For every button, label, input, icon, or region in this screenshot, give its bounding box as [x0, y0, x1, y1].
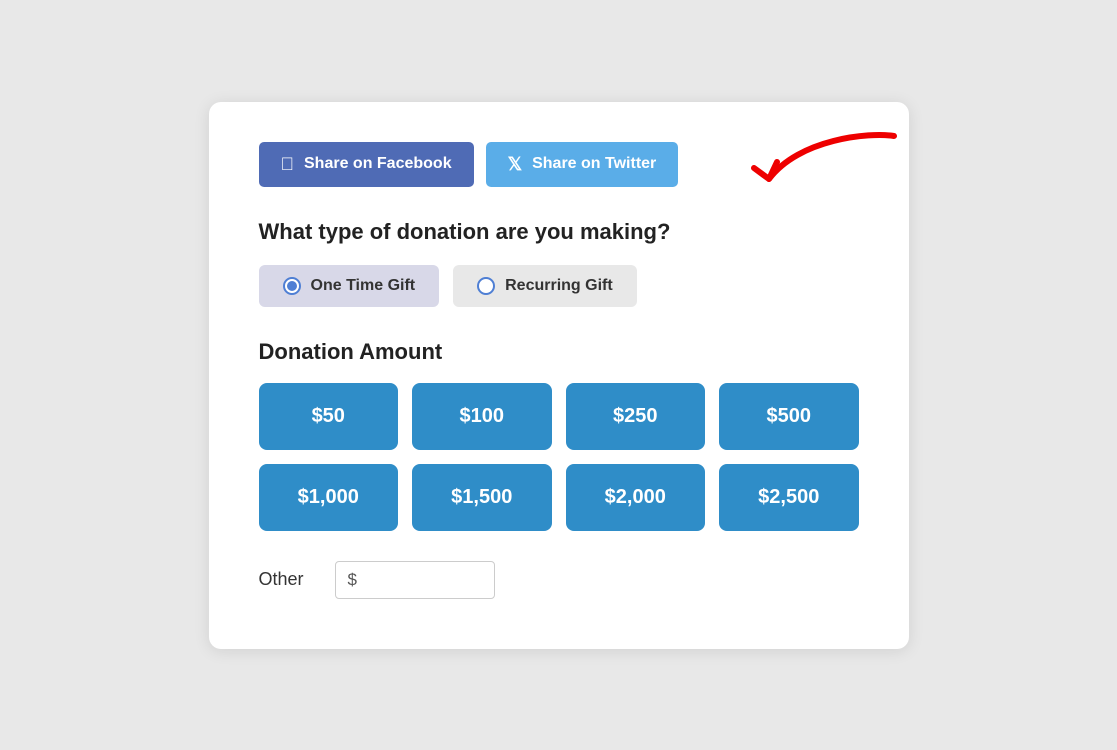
- twitter-share-button[interactable]: 𝕏 Share on Twitter: [486, 142, 679, 187]
- amount-1000[interactable]: $1,000: [259, 464, 399, 531]
- amount-2000[interactable]: $2,000: [566, 464, 706, 531]
- donation-amount-label: Donation Amount: [259, 339, 859, 365]
- social-buttons-row:  Share on Facebook 𝕏 Share on Twitter: [259, 142, 859, 187]
- amount-50[interactable]: $50: [259, 383, 399, 450]
- facebook-icon: : [281, 154, 295, 175]
- recurring-gift-option[interactable]: Recurring Gift: [453, 265, 637, 307]
- donation-card:  Share on Facebook 𝕏 Share on Twitter W…: [209, 102, 909, 649]
- twitter-share-label: Share on Twitter: [532, 155, 656, 173]
- dollar-sign: $: [348, 570, 357, 590]
- amount-500[interactable]: $500: [719, 383, 859, 450]
- other-amount-input[interactable]: [361, 571, 482, 589]
- recurring-gift-label: Recurring Gift: [505, 277, 613, 295]
- other-amount-row: Other $: [259, 561, 859, 599]
- amount-2500[interactable]: $2,500: [719, 464, 859, 531]
- one-time-gift-label: One Time Gift: [311, 277, 416, 295]
- arrow-annotation: [739, 124, 899, 214]
- one-time-gift-option[interactable]: One Time Gift: [259, 265, 440, 307]
- other-input-wrap: $: [335, 561, 495, 599]
- gift-type-row: One Time Gift Recurring Gift: [259, 265, 859, 307]
- donation-question: What type of donation are you making?: [259, 219, 859, 245]
- amount-100[interactable]: $100: [412, 383, 552, 450]
- amount-1500[interactable]: $1,500: [412, 464, 552, 531]
- recurring-radio: [477, 277, 495, 295]
- twitter-icon: 𝕏: [508, 154, 523, 175]
- one-time-radio: [283, 277, 301, 295]
- other-label: Other: [259, 569, 319, 590]
- facebook-share-button[interactable]:  Share on Facebook: [259, 142, 474, 187]
- amount-grid: $50 $100 $250 $500 $1,000 $1,500 $2,000 …: [259, 383, 859, 531]
- facebook-share-label: Share on Facebook: [304, 155, 452, 173]
- amount-250[interactable]: $250: [566, 383, 706, 450]
